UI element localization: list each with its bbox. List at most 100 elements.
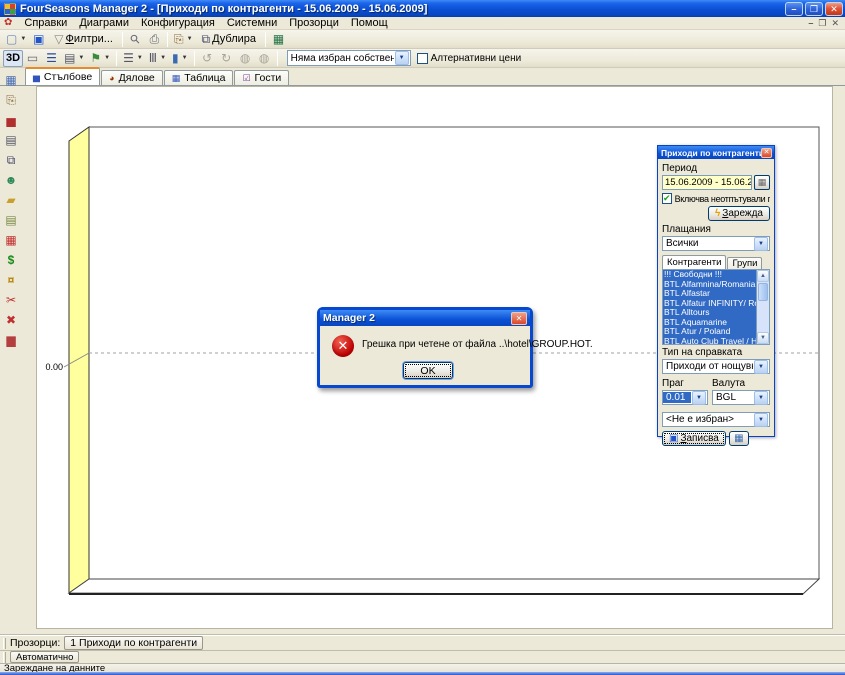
load-button[interactable]: ϟ Зарежда [708, 206, 770, 221]
zoom-in-button[interactable]: ◍ [255, 50, 274, 67]
error-dialog: Manager 2 ✕ ✕ Грешка при четене от файла… [317, 307, 533, 388]
scroll-down-icon[interactable]: ▼ [757, 332, 769, 344]
chevron-down-icon[interactable]: ▼ [754, 413, 768, 427]
tab-shares[interactable]: ◕ Дялове [101, 70, 163, 85]
horizontal-grid-button[interactable]: ☰ ▼ [120, 50, 146, 67]
rotate-right-button[interactable]: ↻ [217, 50, 236, 67]
tile-windows-icon[interactable]: ▦ [1, 70, 21, 90]
export-excel-button[interactable]: ▦ [269, 31, 288, 48]
owner-select[interactable]: Няма избран собственици ▼ [287, 50, 411, 66]
chevron-down-icon: ▼ [20, 36, 26, 42]
restore-icon[interactable]: ❐ [805, 2, 823, 16]
chevron-down-icon[interactable]: ▼ [754, 237, 768, 251]
tab-guests-label: Гости [255, 72, 282, 84]
threshold-label: Праг [662, 378, 708, 389]
money-icon[interactable]: ¤ [1, 270, 21, 290]
mdi-minimize-icon[interactable]: – [808, 18, 813, 29]
chevron-down-icon[interactable]: ▼ [754, 360, 768, 374]
toolbar-grip[interactable] [3, 638, 6, 649]
copy-window-icon[interactable]: ⧉ [1, 150, 21, 170]
guest-stats-icon[interactable]: ▆ [1, 330, 21, 350]
error-dialog-titlebar[interactable]: Manager 2 ✕ [320, 310, 530, 326]
tab-groups[interactable]: Групи [727, 257, 762, 269]
mdi-close-icon[interactable]: ✕ [831, 18, 839, 29]
void-icon[interactable]: ✖ [1, 310, 21, 330]
close-icon[interactable]: ✕ [825, 2, 843, 16]
rotate-left-button[interactable]: ↺ [198, 50, 217, 67]
calendar-button[interactable]: ▦ [754, 175, 770, 190]
payments-label: Плащания [662, 224, 770, 235]
chart-floor [69, 579, 819, 594]
payments-select[interactable]: Всички ▼ [662, 236, 770, 251]
zoom-out-icon: ◍ [240, 51, 250, 66]
tab-columns[interactable]: ▅ Стълбове [25, 67, 100, 85]
chevron-down-icon[interactable]: ▼ [692, 391, 706, 405]
period-field[interactable]: 15.06.2009 - 15.06.2009 [662, 175, 752, 190]
tab-table[interactable]: ▦ Таблица [164, 70, 234, 85]
automatic-button[interactable]: Автоматично [10, 651, 79, 663]
payments-icon[interactable]: $ [1, 250, 21, 270]
period-label: Период [662, 163, 770, 174]
new-button[interactable]: ▢ ▼ [3, 31, 29, 48]
alt-prices-checkbox[interactable] [417, 53, 428, 64]
menu-konfiguracia[interactable]: Конфигурация [135, 17, 221, 29]
vertical-grid-button[interactable]: Ⅲ ▼ [146, 50, 169, 67]
menu-spravki[interactable]: Справки [18, 17, 73, 29]
include-guests-checkbox[interactable]: ✔ [662, 193, 672, 204]
minimize-icon[interactable]: – [785, 2, 803, 16]
zoom-out-button[interactable]: ◍ [236, 50, 255, 67]
shape-tool-button[interactable]: ▭ [23, 50, 42, 67]
save-report-button[interactable]: ▣ Записва [662, 431, 726, 446]
report-type-select[interactable]: Приходи от нощувки ▼ [662, 359, 770, 374]
legend-button[interactable]: ▤ ▼ [61, 50, 87, 67]
labels-button[interactable]: ☰ [42, 50, 61, 67]
calendar-icon: ▦ [758, 177, 767, 188]
cut-icon[interactable]: ✂ [1, 290, 21, 310]
left-toolbar: ▦ ⎘ ▅ ▤ ⧉ ☻ ▰ ▤ ▦ $ ¤ ✂ ✖ ▆ [0, 70, 22, 350]
bar-style-button[interactable]: ▮ ▼ [169, 50, 191, 67]
panel-close-icon[interactable]: ✕ [761, 148, 772, 158]
extra-select[interactable]: <Не е избран> ▼ [662, 412, 770, 427]
dialog-close-icon[interactable]: ✕ [511, 312, 527, 325]
toolbar-grip[interactable] [3, 652, 6, 663]
menu-pomosht[interactable]: Помощ [345, 17, 394, 29]
print-preview-button[interactable]: ⚲ [126, 31, 145, 48]
tab-contractors[interactable]: Контрагенти [662, 255, 726, 269]
rooms-grid-icon[interactable]: ▦ [1, 230, 21, 250]
threshold-combo[interactable]: 0.01 ▼ [662, 390, 708, 405]
list-scrollbar[interactable]: ▲ ▼ [756, 270, 769, 344]
threshold-value: 0.01 [663, 392, 691, 403]
ok-button[interactable]: OK [403, 362, 453, 379]
folder-icon[interactable]: ▰ [1, 190, 21, 210]
window-toggle-button[interactable]: 1 Приходи по контрагенти [64, 636, 203, 650]
currency-value: BGL [713, 392, 753, 403]
chart-report-icon[interactable]: ▅ [1, 110, 21, 130]
menu-prozorci[interactable]: Прозорци [283, 17, 345, 29]
scroll-up-icon[interactable]: ▲ [757, 270, 769, 282]
report-type-label: Тип на справката [662, 347, 770, 358]
marks-button[interactable]: ⚑ ▼ [87, 50, 113, 67]
duplicate-icon: ⧉ [202, 32, 211, 47]
menu-diagrami[interactable]: Диаграми [73, 17, 135, 29]
copy-icon: ⎘ [174, 32, 184, 47]
filters-button[interactable]: ▽ Филтри... [48, 31, 119, 48]
chevron-down-icon[interactable]: ▼ [395, 51, 409, 65]
mdi-restore-icon[interactable]: ❐ [818, 18, 826, 29]
copy-button[interactable]: ⎘ ▼ [171, 31, 196, 48]
save-button[interactable]: ▣ [29, 31, 48, 48]
cards-icon[interactable]: ▤ [1, 210, 21, 230]
print-button[interactable]: ⎙ [145, 31, 164, 48]
list-item[interactable]: BTL Auto Club Travel / Hunga [663, 337, 756, 345]
chevron-down-icon[interactable]: ▼ [754, 391, 768, 405]
calculator-icon[interactable]: ▤ [1, 130, 21, 150]
tab-guests[interactable]: ☑ Гости [234, 70, 289, 85]
currency-select[interactable]: BGL ▼ [712, 390, 770, 405]
3d-toggle-button[interactable]: 3D [3, 50, 23, 67]
export-report-icon[interactable]: ⎘ [1, 90, 21, 110]
guests-icon[interactable]: ☻ [1, 170, 21, 190]
duplicate-button[interactable]: ⧉ Дублира [196, 31, 263, 48]
table-view-button[interactable]: ▦ [729, 431, 749, 446]
menu-sistemni[interactable]: Системни [221, 17, 283, 29]
report-panel-titlebar[interactable]: Приходи по контрагенти ✕ [658, 146, 774, 159]
scroll-thumb[interactable] [758, 283, 768, 301]
